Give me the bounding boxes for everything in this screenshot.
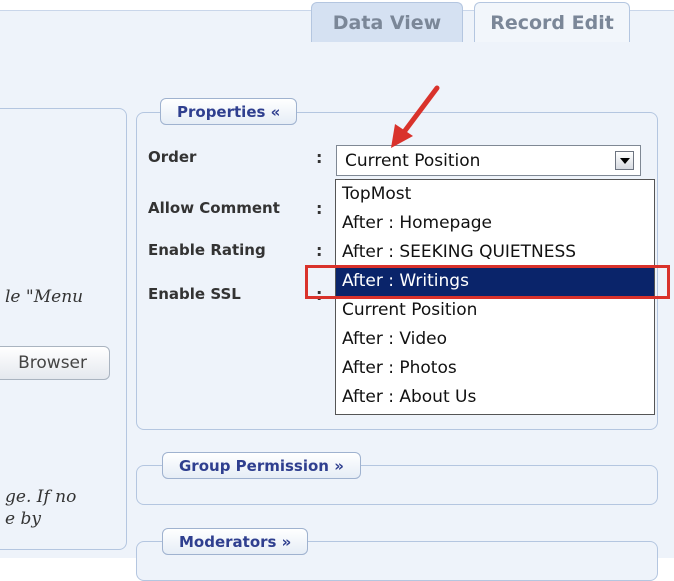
left-panel (0, 108, 127, 550)
order-option[interactable]: After : Homepage (336, 209, 654, 238)
order-option[interactable]: After : Photos (336, 354, 654, 383)
allow-comment-label: Allow Comment (148, 199, 280, 217)
left-help-text-e-by: e by (5, 509, 41, 529)
annotation-highlight-box (305, 265, 670, 299)
properties-legend[interactable]: Properties « (160, 98, 298, 125)
order-option[interactable]: After : SEEKING QUIETNESS (336, 238, 654, 267)
order-colon: : (316, 148, 323, 167)
browser-button[interactable]: Browser (0, 346, 110, 380)
order-select[interactable]: Current Position (336, 145, 641, 176)
enable-rating-label: Enable Rating (148, 241, 266, 259)
group-permission-legend[interactable]: Group Permission » (162, 452, 361, 479)
browser-button-label: Browser (18, 353, 87, 373)
order-option[interactable]: TopMost (336, 180, 654, 209)
order-option[interactable]: After : About Us (336, 383, 654, 412)
left-help-text-menu: le "Menu (5, 287, 84, 307)
moderators-legend[interactable]: Moderators » (162, 528, 309, 555)
left-help-text-if-no: ge. If no (5, 487, 77, 507)
enable-rating-colon: : (316, 241, 323, 260)
chevron-down-icon[interactable] (615, 151, 634, 170)
order-label: Order (148, 148, 197, 166)
order-option[interactable]: Current Position (336, 296, 654, 325)
tab-data-view[interactable]: Data View (311, 2, 463, 42)
tab-record-edit[interactable]: Record Edit (474, 2, 630, 42)
enable-ssl-label: Enable SSL (148, 285, 241, 303)
allow-comment-colon: : (316, 199, 323, 218)
order-option[interactable]: After : Video (336, 325, 654, 354)
annotation-arrow-icon (391, 85, 440, 148)
